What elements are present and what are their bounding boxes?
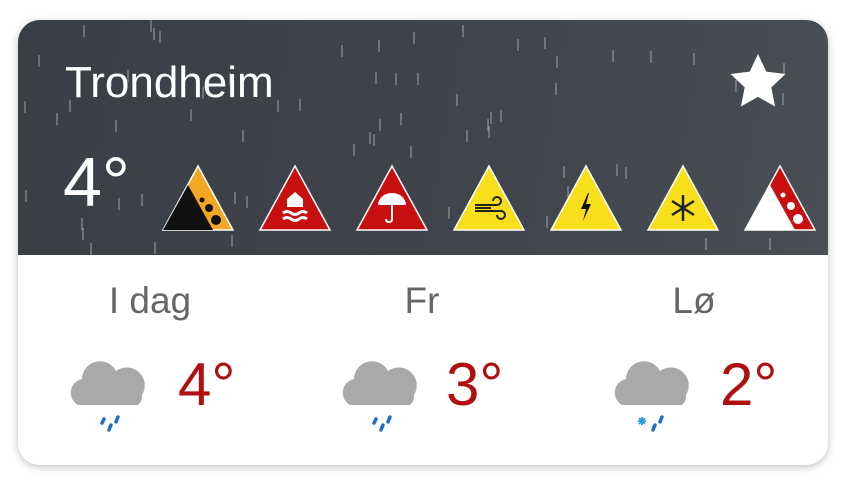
rain-streak [353,143,356,156]
rain-streak [152,28,155,41]
rain-cloud-icon [70,361,145,432]
rain-streak [81,228,84,241]
rain-streak [140,193,143,206]
lightning-warning-icon[interactable] [548,163,624,233]
rain-streak [489,112,492,125]
rain-cloud-icon [342,361,417,432]
forecast-day-label: Lø [672,280,716,321]
rain-streak [23,100,26,113]
rain-streak [455,94,458,107]
rain-streak [37,54,40,67]
rain-streak [24,190,27,203]
landslide-warning-icon[interactable] [160,163,236,233]
rain-streak [276,100,279,113]
rain-streak [650,50,653,63]
rain-streak [416,72,419,85]
rain-streak [114,119,117,132]
rain-streak [500,110,503,123]
rain-streak [378,40,381,53]
weather-card[interactable]: Trondheim 4° I dag Fr Lø 4° 3° 2° [18,20,828,465]
rain-streak [245,195,248,208]
sleet-cloud-icon [614,361,689,432]
rain-streak [158,31,161,44]
avalanche-warning-icon[interactable] [742,163,818,233]
rain-streak [517,39,520,52]
snow-ice-warning-icon[interactable] [645,163,721,233]
rain-streak [241,129,244,142]
rain-streak [486,119,489,132]
rain-streak [190,108,193,121]
rain-streak [413,31,416,44]
forecast-day-label: Fr [404,280,440,321]
rain-streak [555,83,558,96]
wind-warning-icon[interactable] [451,163,527,233]
heavy-rain-warning-icon[interactable] [354,163,430,233]
rain-streak [692,52,695,65]
rain-streak [299,98,302,111]
rain-streak [89,242,92,255]
rain-streak [466,129,469,142]
current-weather-header: Trondheim 4° [18,20,828,255]
forecast-day-label: I dag [108,280,192,321]
forecast-temperature: 3° [446,351,504,418]
rain-streak [368,131,371,144]
rain-streak [83,24,86,37]
rain-streak [394,73,397,86]
city-name: Trondheim [65,58,274,107]
rain-streak [400,113,403,126]
rain-streak [555,55,558,68]
rain-streak [461,25,464,38]
star-icon[interactable] [726,50,790,114]
rain-streak [704,237,707,250]
rain-streak [149,20,152,33]
rain-streak [543,37,546,50]
rain-streak [410,146,413,159]
rain-streak [625,166,628,179]
rain-streak [154,241,157,254]
forecast-temperature: 4° [178,351,236,418]
rain-streak [612,49,615,62]
rain-streak [769,238,772,251]
forecast-temperature: 2° [720,351,778,418]
flood-warning-icon[interactable] [257,163,333,233]
rain-streak [56,112,59,125]
rain-streak [447,206,450,219]
rain-streak [372,133,375,146]
rain-streak [378,118,381,131]
rain-streak [374,72,377,85]
current-temperature: 4° [63,143,130,221]
rain-streak [340,44,343,57]
rain-streak [231,235,234,248]
